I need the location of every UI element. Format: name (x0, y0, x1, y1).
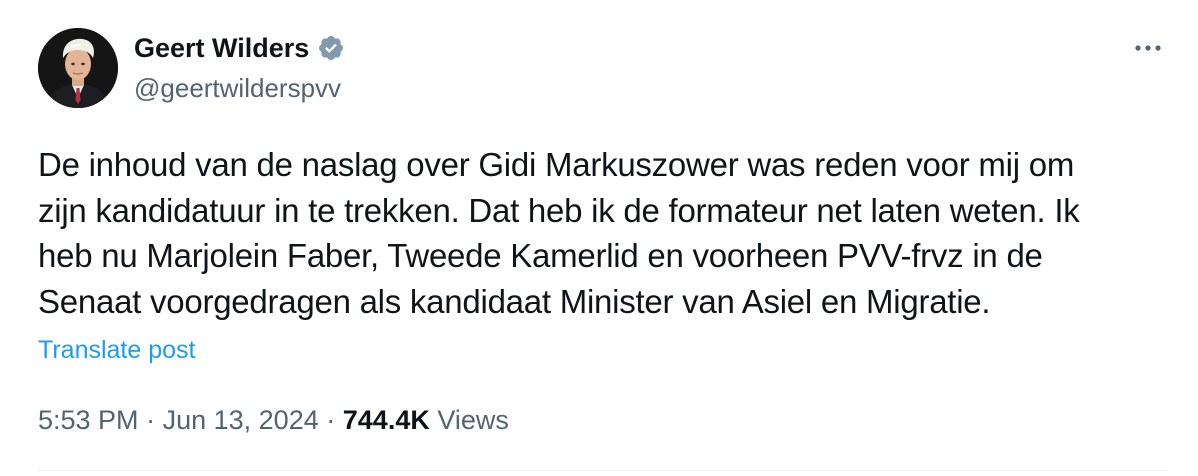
tweet-meta: 5:53 PM · Jun 13, 2024 · 744.4K Views (38, 402, 509, 438)
views-label: Views (437, 405, 509, 435)
author-name-row: Geert Wilders (134, 30, 345, 66)
tweet-time[interactable]: 5:53 PM (38, 405, 139, 435)
views-count[interactable]: 744.4K (343, 405, 430, 435)
tweet-text: De inhoud van de naslag over Gidi Markus… (38, 146, 1080, 320)
avatar[interactable] (38, 28, 118, 108)
meta-separator: · (326, 405, 336, 435)
author-handle[interactable]: @geertwilderspvv (134, 72, 341, 104)
tweet-card: Geert Wilders @geertwilderspvv De inhoud… (0, 0, 1198, 476)
author-display-name[interactable]: Geert Wilders (134, 30, 309, 66)
meta-separator: · (146, 405, 156, 435)
avatar-image (38, 28, 118, 108)
verified-badge-icon[interactable] (317, 34, 345, 62)
tweet-date[interactable]: Jun 13, 2024 (163, 405, 319, 435)
more-options-icon[interactable] (1128, 36, 1168, 60)
translate-post-link[interactable]: Translate post (38, 334, 195, 366)
divider (38, 470, 1168, 471)
